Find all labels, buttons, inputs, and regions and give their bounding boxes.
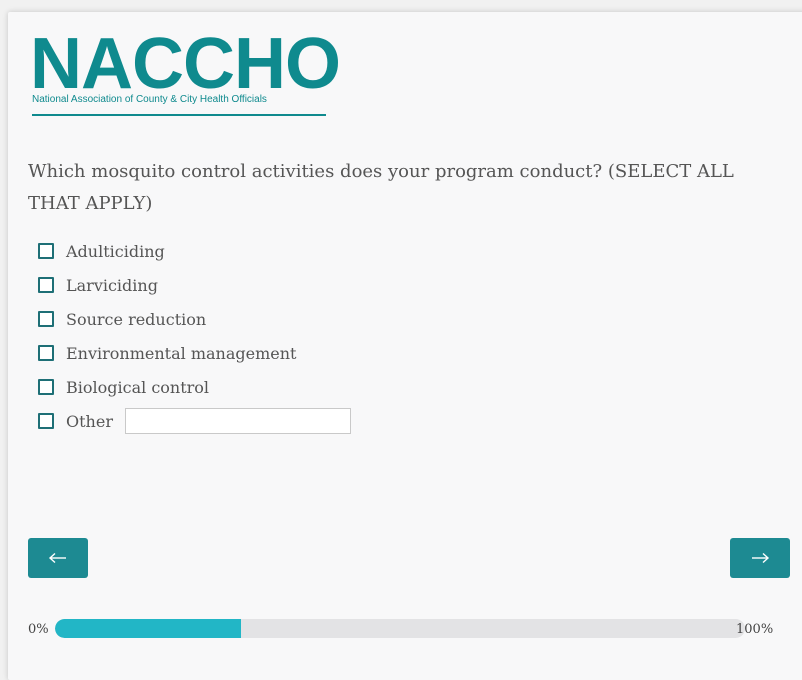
option-label: Other — [66, 411, 113, 431]
progress-min-label: 0% — [28, 622, 49, 637]
naccho-logo: NACCHO National Association of County & … — [30, 28, 341, 128]
progress-bar — [55, 619, 745, 638]
option-label: Environmental management — [66, 343, 297, 363]
option-label: Source reduction — [66, 309, 207, 329]
checkbox[interactable] — [38, 379, 54, 395]
option-source-reduction[interactable]: Source reduction — [38, 302, 351, 336]
option-environmental-management[interactable]: Environmental management — [38, 336, 351, 370]
other-text-input[interactable] — [124, 408, 351, 434]
options-list: Adulticiding Larviciding Source reductio… — [38, 234, 351, 438]
logo-underline — [32, 114, 326, 116]
survey-card: NACCHO National Association of County & … — [8, 12, 802, 680]
arrow-left-icon — [48, 552, 66, 564]
question-text: Which mosquito control activities does y… — [28, 161, 734, 214]
checkbox[interactable] — [38, 345, 54, 361]
checkbox[interactable] — [38, 413, 54, 429]
option-label: Adulticiding — [66, 241, 165, 261]
option-label: Larviciding — [66, 275, 158, 295]
option-larviciding[interactable]: Larviciding — [38, 268, 351, 302]
checkbox[interactable] — [38, 243, 54, 259]
progress-fill — [55, 619, 242, 638]
logo-wordmark: NACCHO — [30, 24, 341, 104]
back-button[interactable] — [28, 538, 88, 578]
checkbox[interactable] — [38, 311, 54, 327]
option-label: Biological control — [66, 377, 210, 397]
option-biological-control[interactable]: Biological control — [38, 370, 351, 404]
option-other[interactable]: Other — [38, 404, 351, 438]
logo-tagline: National Association of County & City He… — [32, 94, 267, 105]
checkbox[interactable] — [38, 277, 54, 293]
next-button[interactable] — [730, 538, 790, 578]
progress-max-label: 100% — [736, 622, 774, 637]
option-adulticiding[interactable]: Adulticiding — [38, 234, 351, 268]
arrow-right-icon — [752, 552, 770, 564]
